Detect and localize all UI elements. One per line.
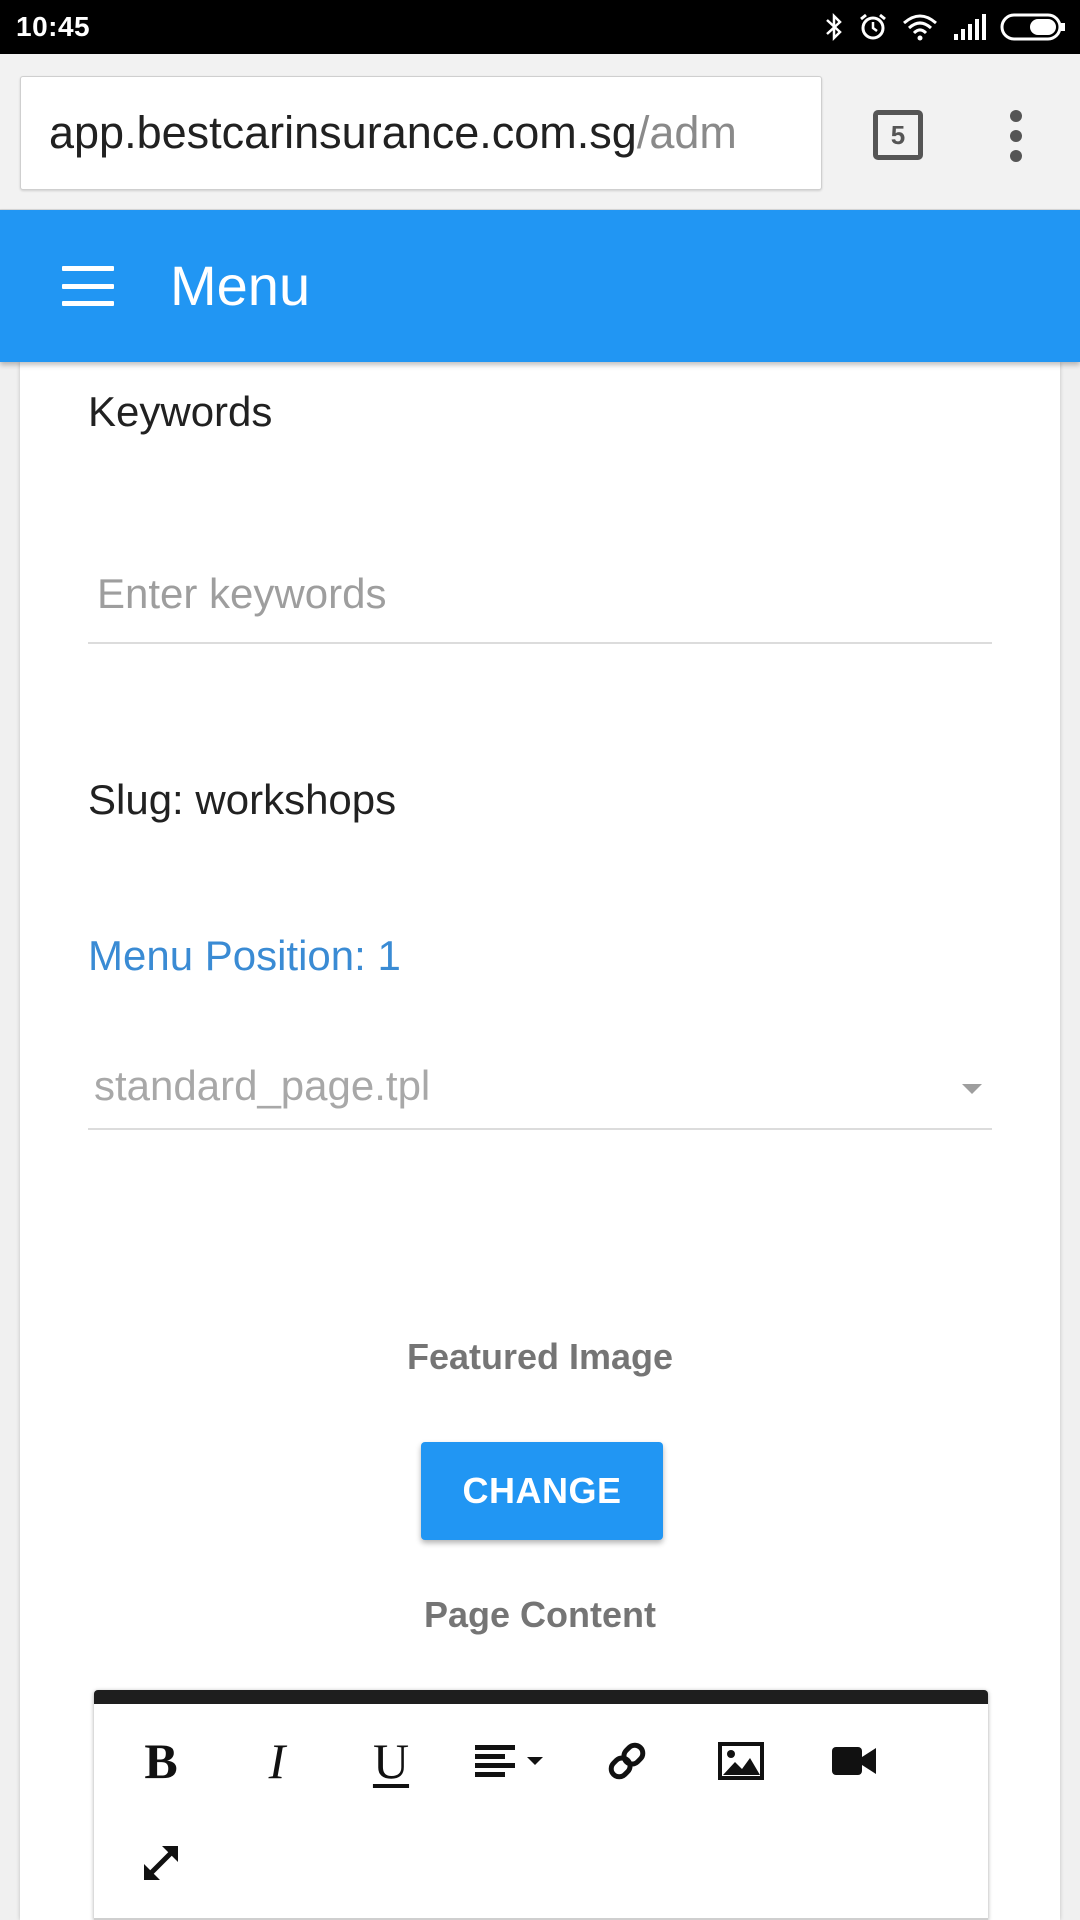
keywords-field — [88, 538, 992, 644]
featured-image-label: Featured Image — [406, 1336, 674, 1377]
italic-icon[interactable]: I — [242, 1726, 312, 1796]
url-bar[interactable]: app.bestcarinsurance.com.sg/adm — [20, 76, 822, 190]
keywords-label: Keywords — [88, 388, 273, 435]
image-icon[interactable] — [706, 1726, 776, 1796]
app-header: Menu — [0, 210, 1080, 362]
status-icons — [824, 12, 1066, 42]
video-icon[interactable] — [820, 1726, 890, 1796]
status-bar: 10:45 — [0, 0, 1080, 54]
browser-toolbar: app.bestcarinsurance.com.sg/adm 5 — [0, 54, 1080, 210]
keywords-input[interactable] — [88, 538, 992, 642]
dropdown-arrow-icon — [962, 1084, 982, 1094]
slug-text: Slug: workshops — [88, 776, 397, 823]
overflow-menu-icon[interactable] — [1000, 106, 1032, 166]
rich-text-editor: B I U — [94, 1690, 988, 1920]
link-icon[interactable] — [592, 1726, 662, 1796]
wifi-icon — [902, 13, 938, 41]
page-content-label: Page Content — [423, 1594, 656, 1635]
form-card: Keywords Slug: workshops Menu Position: … — [20, 362, 1060, 1920]
page-title: Menu — [170, 254, 311, 317]
bold-glyph: B — [144, 1733, 178, 1789]
hamburger-icon[interactable] — [62, 266, 114, 306]
underline-glyph: U — [372, 1733, 410, 1789]
bluetooth-icon — [824, 12, 844, 42]
alarm-icon — [858, 12, 888, 42]
underline-icon[interactable]: U — [356, 1726, 426, 1796]
italic-glyph: I — [268, 1733, 286, 1789]
url-domain: app.bestcarinsurance.com.sg — [49, 107, 637, 158]
template-select[interactable]: standard_page.tpl — [88, 1050, 992, 1130]
change-image-button[interactable]: CHANGE — [421, 1442, 663, 1540]
bold-icon[interactable]: B — [126, 1726, 196, 1796]
signal-icon — [952, 14, 986, 40]
battery-icon — [1000, 13, 1066, 41]
template-select-value: standard_page.tpl — [94, 1062, 431, 1109]
status-time: 10:45 — [16, 11, 91, 42]
tab-switcher-button[interactable]: 5 — [873, 110, 923, 160]
align-icon[interactable] — [468, 1726, 558, 1796]
fullscreen-icon[interactable] — [126, 1828, 196, 1898]
menu-position-link[interactable]: Menu Position: 1 — [88, 932, 401, 980]
url-path: /adm — [636, 107, 737, 158]
